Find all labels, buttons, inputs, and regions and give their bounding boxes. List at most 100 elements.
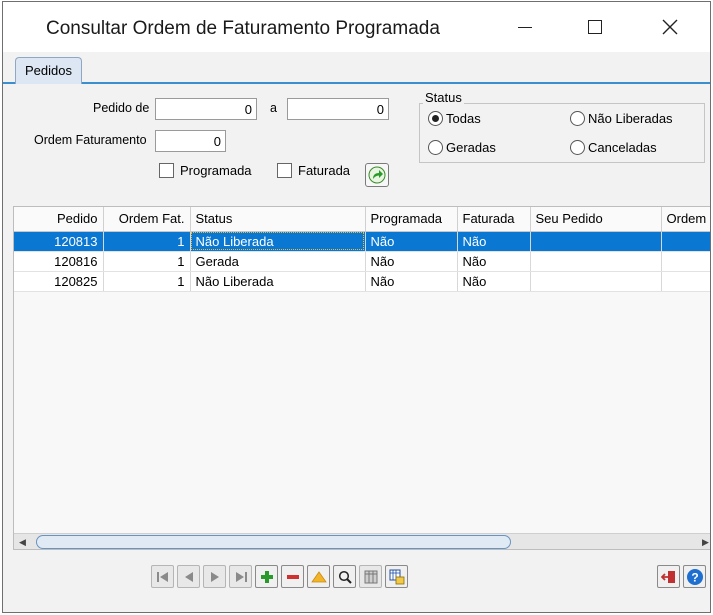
- programada-checkbox-box[interactable]: [159, 163, 174, 178]
- ordem-faturamento-input[interactable]: [155, 130, 226, 152]
- cell-seu-pedido[interactable]: [530, 271, 662, 292]
- ordem-faturamento-label: Ordem Faturamento: [34, 133, 147, 147]
- cell-faturada[interactable]: Não: [457, 271, 531, 292]
- next-record-icon: [210, 571, 219, 582]
- first-record-button[interactable]: [151, 565, 174, 588]
- cell-ordem-fat[interactable]: 1: [103, 251, 191, 272]
- tab-pedidos[interactable]: Pedidos: [15, 57, 82, 84]
- scroll-right-icon[interactable]: ▶: [697, 534, 710, 549]
- cell-programada[interactable]: Não: [365, 251, 458, 272]
- help-button[interactable]: ?: [683, 565, 706, 588]
- exit-icon: [660, 570, 675, 583]
- export-icon: [389, 569, 404, 584]
- column-header-pedido[interactable]: Pedido: [14, 207, 104, 232]
- results-table: Pedido Ordem Fat. Status Programada Fatu…: [14, 207, 710, 292]
- grid-header-row: Pedido Ordem Fat. Status Programada Fatu…: [14, 207, 710, 232]
- execute-search-button[interactable]: [365, 163, 389, 187]
- green-arrow-icon: [368, 166, 386, 184]
- delete-record-button[interactable]: [281, 565, 304, 588]
- status-radio-nao-liberadas-label: Não Liberadas: [588, 111, 673, 126]
- export-button[interactable]: [385, 565, 408, 588]
- cell-ordem-fat[interactable]: 1: [103, 271, 191, 292]
- cell-programada[interactable]: Não: [365, 271, 458, 292]
- column-header-programada[interactable]: Programada: [365, 207, 458, 232]
- cell-ordem[interactable]: [661, 251, 710, 272]
- insert-record-icon: [260, 570, 273, 583]
- edit-record-icon: [310, 570, 327, 582]
- footer-actions: ?: [657, 565, 706, 589]
- cell-status[interactable]: Não Liberada: [190, 271, 366, 292]
- grid-columns-button[interactable]: [359, 565, 382, 588]
- faturada-checkbox[interactable]: Faturada: [277, 163, 350, 178]
- column-header-ordem-fat[interactable]: Ordem Fat.: [103, 207, 191, 232]
- status-radio-canceladas[interactable]: Canceladas: [570, 140, 657, 155]
- tab-strip: Pedidos: [3, 52, 710, 84]
- cell-status[interactable]: Não Liberada: [190, 231, 366, 252]
- column-header-ordem[interactable]: Ordem: [661, 207, 710, 232]
- scrollbar-thumb[interactable]: [36, 535, 511, 549]
- first-record-icon: [156, 571, 168, 582]
- radio-unselected-icon[interactable]: [428, 140, 443, 155]
- cell-ordem[interactable]: [661, 271, 710, 292]
- radio-selected-icon[interactable]: [428, 111, 443, 126]
- horizontal-scrollbar[interactable]: ◀ ▶: [14, 533, 710, 549]
- close-button[interactable]: [635, 2, 705, 52]
- help-icon: ?: [686, 568, 703, 585]
- window-title: Consultar Ordem de Faturamento Programad…: [46, 18, 440, 39]
- radio-unselected-icon[interactable]: [570, 140, 585, 155]
- prior-record-button[interactable]: [177, 565, 200, 588]
- cell-pedido[interactable]: 120825: [14, 271, 104, 292]
- search-icon: [338, 570, 352, 584]
- maximize-icon: [588, 20, 602, 34]
- faturada-checkbox-box[interactable]: [277, 163, 292, 178]
- svg-text:?: ?: [691, 570, 698, 584]
- status-radio-nao-liberadas[interactable]: Não Liberadas: [570, 111, 673, 126]
- prior-record-icon: [184, 571, 193, 582]
- pedido-a-label: a: [270, 101, 277, 115]
- main-window: Consultar Ordem de Faturamento Programad…: [2, 1, 711, 613]
- cell-faturada[interactable]: Não: [457, 251, 531, 272]
- pedido-de-label: Pedido de: [93, 101, 150, 115]
- cell-programada[interactable]: Não: [365, 231, 458, 252]
- title-bar: Consultar Ordem de Faturamento Programad…: [3, 2, 710, 52]
- next-record-button[interactable]: [203, 565, 226, 588]
- cell-status[interactable]: Gerada: [190, 251, 366, 272]
- cell-seu-pedido[interactable]: [530, 251, 662, 272]
- pedido-de-input[interactable]: [155, 98, 257, 120]
- cell-ordem[interactable]: [661, 231, 710, 252]
- exit-button[interactable]: [657, 565, 680, 588]
- minimize-button[interactable]: [490, 2, 560, 52]
- table-row[interactable]: 120816 1 Gerada Não Não: [14, 251, 710, 272]
- status-radio-canceladas-label: Canceladas: [588, 140, 657, 155]
- last-record-icon: [235, 571, 247, 582]
- status-radio-geradas-label: Geradas: [446, 140, 496, 155]
- grid-columns-icon: [364, 570, 377, 583]
- column-header-status[interactable]: Status: [190, 207, 366, 232]
- cell-pedido[interactable]: 120813: [14, 231, 104, 252]
- record-navigator: [151, 565, 408, 589]
- programada-checkbox[interactable]: Programada: [159, 163, 252, 178]
- insert-record-button[interactable]: [255, 565, 278, 588]
- cell-seu-pedido[interactable]: [530, 231, 662, 252]
- cell-faturada[interactable]: Não: [457, 231, 531, 252]
- results-grid[interactable]: Pedido Ordem Fat. Status Programada Fatu…: [13, 206, 710, 550]
- maximize-button[interactable]: [560, 2, 630, 52]
- column-header-faturada[interactable]: Faturada: [457, 207, 531, 232]
- close-icon: [662, 19, 678, 35]
- status-radio-geradas[interactable]: Geradas: [428, 140, 496, 155]
- status-radio-todas[interactable]: Todas: [428, 111, 481, 126]
- search-button[interactable]: [333, 565, 356, 588]
- programada-label: Programada: [180, 163, 252, 178]
- column-header-seu-pedido[interactable]: Seu Pedido: [530, 207, 662, 232]
- table-row[interactable]: 120813 1 Não Liberada Não Não: [14, 231, 710, 252]
- table-row[interactable]: 120825 1 Não Liberada Não Não: [14, 271, 710, 292]
- edit-record-button[interactable]: [307, 565, 330, 588]
- last-record-button[interactable]: [229, 565, 252, 588]
- cell-ordem-fat[interactable]: 1: [103, 231, 191, 252]
- radio-unselected-icon[interactable]: [570, 111, 585, 126]
- status-legend: Status: [423, 90, 464, 105]
- scroll-left-icon[interactable]: ◀: [14, 534, 31, 549]
- pedido-a-input[interactable]: [287, 98, 389, 120]
- minimize-icon: [518, 26, 532, 28]
- cell-pedido[interactable]: 120816: [14, 251, 104, 272]
